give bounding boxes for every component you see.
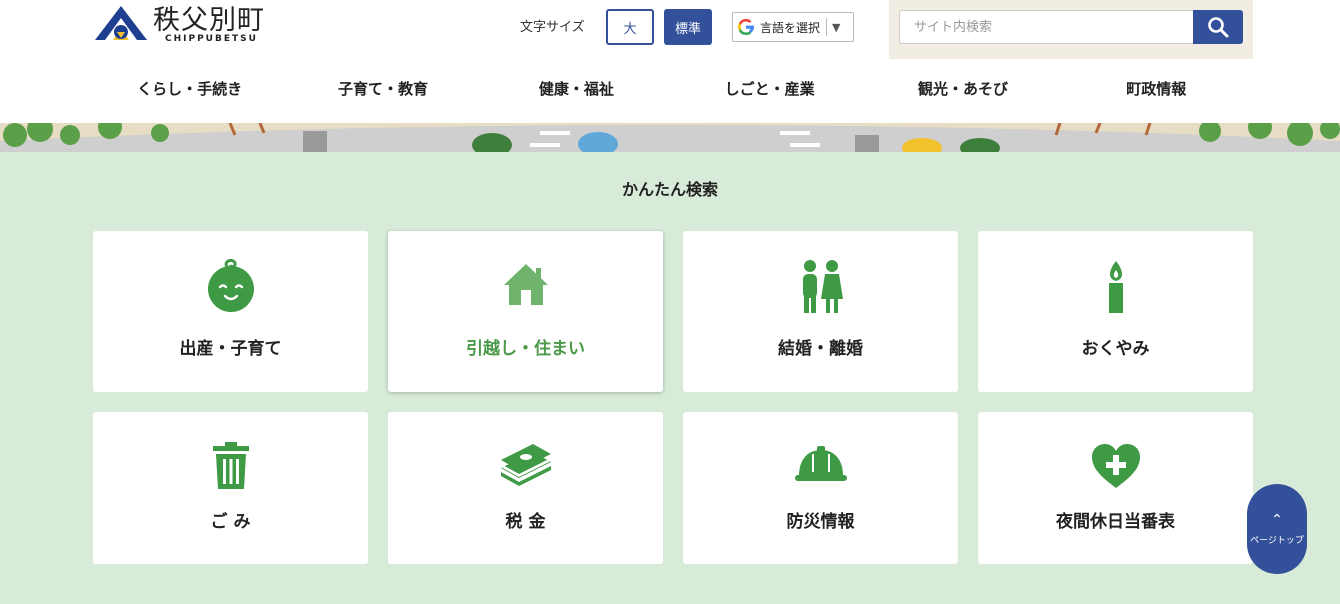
divider bbox=[826, 18, 828, 36]
font-size-label: 文字サイズ bbox=[520, 20, 585, 35]
dropdown-arrow-icon: ▼ bbox=[832, 20, 841, 34]
card-label: 夜間休日当番表 bbox=[1056, 512, 1175, 532]
card-garbage[interactable]: ご み bbox=[93, 412, 368, 564]
hard-hat-icon bbox=[794, 446, 847, 481]
card-night-holiday-duty[interactable]: 夜間休日当番表 bbox=[978, 412, 1253, 564]
easy-search-grid: 出産・子育て 引越し・住まい 結婚・離婚 おくやみ ご み 税 金 防災情報 夜… bbox=[93, 231, 1253, 564]
search-button[interactable] bbox=[1193, 10, 1243, 44]
nav-item-childcare[interactable]: 子育て・教育 bbox=[286, 66, 479, 110]
nav-item-health[interactable]: 健康・福祉 bbox=[480, 66, 673, 110]
card-label: 税 金 bbox=[505, 512, 546, 532]
easy-search-title: かんたん検索 bbox=[621, 180, 718, 199]
language-select[interactable]: 言語を選択 ▼ bbox=[732, 12, 854, 42]
town-illustration-banner bbox=[0, 123, 1340, 152]
nav-item-work[interactable]: しごと・産業 bbox=[673, 66, 866, 110]
card-condolence[interactable]: おくやみ bbox=[978, 231, 1253, 392]
card-moving-housing[interactable]: 引越し・住まい bbox=[388, 231, 663, 392]
global-navigation: くらし・手続き 子育て・教育 健康・福祉 しごと・産業 観光・あそび 町政情報 bbox=[93, 66, 1253, 110]
card-label: ご み bbox=[210, 512, 251, 532]
couple-icon bbox=[802, 260, 843, 313]
logo-subtitle: CHIPPUBETSU bbox=[165, 34, 258, 44]
town-emblem-icon bbox=[95, 6, 147, 40]
card-childbirth[interactable]: 出産・子育て bbox=[93, 231, 368, 392]
card-label: 出産・子育て bbox=[179, 339, 282, 359]
language-select-label: 言語を選択 bbox=[760, 20, 821, 35]
card-label: 結婚・離婚 bbox=[778, 339, 863, 359]
card-label: 防災情報 bbox=[786, 512, 855, 532]
card-label: おくやみ bbox=[1081, 339, 1150, 359]
card-marriage-divorce[interactable]: 結婚・離婚 bbox=[683, 231, 958, 392]
nav-item-town-info[interactable]: 町政情報 bbox=[1060, 66, 1253, 110]
site-header: 秩父別町 CHIPPUBETSU 文字サイズ 大 標準 言語を選択 ▼ くらし・… bbox=[0, 0, 1340, 123]
font-size-large-button[interactable]: 大 bbox=[606, 9, 654, 45]
card-label: 引越し・住まい bbox=[466, 339, 585, 359]
site-logo[interactable]: 秩父別町 CHIPPUBETSU bbox=[93, 0, 273, 48]
house-icon bbox=[503, 264, 548, 305]
logo-title: 秩父別町 bbox=[153, 5, 265, 36]
search-input[interactable] bbox=[899, 10, 1195, 44]
google-icon bbox=[738, 18, 754, 36]
page-top-button[interactable]: ⌃ ページトップ bbox=[1247, 484, 1307, 574]
card-tax[interactable]: 税 金 bbox=[388, 412, 663, 564]
search-icon bbox=[1208, 17, 1229, 38]
nav-item-living[interactable]: くらし・手続き bbox=[93, 66, 286, 110]
candle-icon bbox=[1108, 261, 1123, 313]
caret-up-icon: ⌃ bbox=[1271, 511, 1283, 528]
card-disaster-prevention[interactable]: 防災情報 bbox=[683, 412, 958, 564]
site-search bbox=[889, 0, 1253, 59]
page-top-label: ページトップ bbox=[1250, 535, 1304, 546]
trash-can-icon bbox=[212, 442, 249, 489]
money-stack-icon bbox=[500, 444, 551, 486]
font-size-standard-button[interactable]: 標準 bbox=[664, 9, 712, 45]
baby-face-icon bbox=[207, 259, 254, 312]
heart-cross-icon bbox=[1091, 444, 1140, 488]
nav-item-tourism[interactable]: 観光・あそび bbox=[866, 66, 1059, 110]
